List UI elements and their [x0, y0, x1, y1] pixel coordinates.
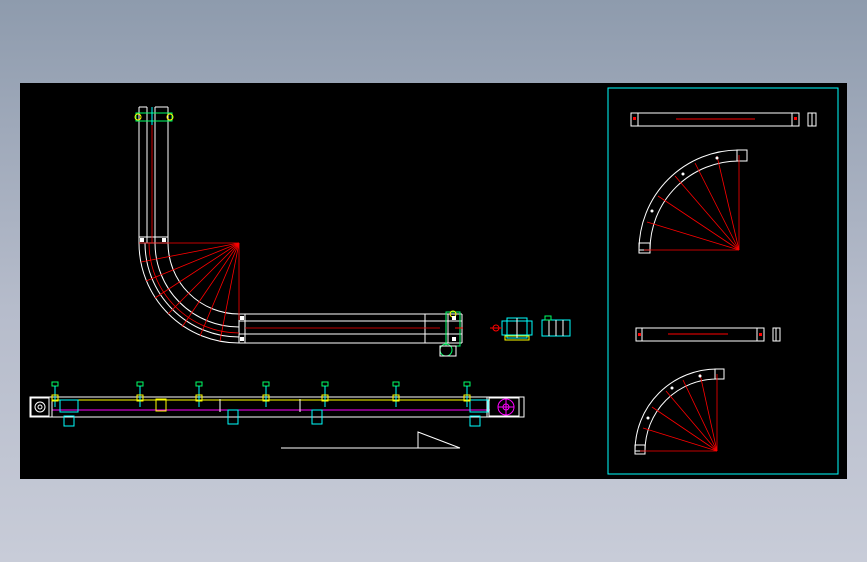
detail-straight-rail-bottom[interactable] — [635, 327, 781, 342]
support-leg — [262, 381, 270, 407]
detail-curve-top[interactable] — [638, 149, 748, 254]
support-leg — [392, 381, 400, 407]
plan-end-fitting-top — [134, 107, 174, 125]
detail-curve-bottom[interactable] — [634, 368, 725, 455]
support-leg — [136, 381, 144, 407]
elevation-view-straight-conveyor[interactable] — [29, 396, 525, 427]
plan-view-l-conveyor[interactable] — [138, 106, 463, 344]
support-leg — [51, 381, 59, 407]
detail-drive-unit[interactable] — [490, 315, 571, 341]
section-arrow-marker — [281, 431, 461, 449]
elevation-tail-box — [30, 397, 50, 417]
support-leg — [463, 381, 471, 407]
cad-drawing — [29, 87, 839, 475]
plan-bolt-markers — [140, 238, 456, 341]
support-leg — [195, 381, 203, 407]
support-leg — [321, 381, 329, 407]
detail-straight-rail-top[interactable] — [630, 112, 817, 127]
elevation-legs — [51, 381, 471, 407]
